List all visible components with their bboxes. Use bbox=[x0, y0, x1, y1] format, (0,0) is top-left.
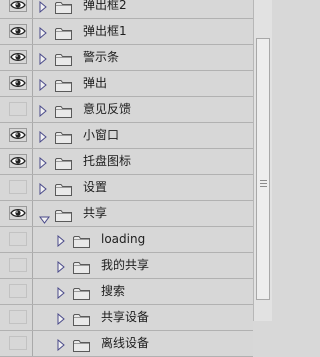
layer-name: 小窗口 bbox=[83, 128, 120, 142]
disclosure-triangle-open-icon[interactable] bbox=[39, 209, 50, 228]
layer-name: loading bbox=[101, 232, 146, 246]
disclosure-triangle-icon[interactable] bbox=[57, 336, 65, 355]
eye-icon[interactable] bbox=[9, 50, 27, 64]
folder-icon bbox=[55, 77, 72, 96]
layers-scrollbar[interactable] bbox=[253, 0, 272, 321]
disclosure-triangle-icon[interactable] bbox=[57, 284, 65, 303]
visibility-toggle[interactable] bbox=[0, 149, 33, 174]
disclosure-triangle-icon[interactable] bbox=[39, 128, 47, 147]
layer-row[interactable]: 设置 bbox=[0, 175, 253, 201]
eye-hidden-slot[interactable] bbox=[9, 258, 27, 272]
disclosure-triangle-icon[interactable] bbox=[57, 258, 65, 277]
folder-icon bbox=[55, 25, 72, 44]
visibility-toggle[interactable] bbox=[0, 71, 33, 96]
layer-row[interactable]: 弹出框1 bbox=[0, 19, 253, 45]
folder-icon bbox=[55, 51, 72, 70]
layer-name: 意见反馈 bbox=[83, 102, 132, 116]
disclosure-triangle-icon[interactable] bbox=[39, 102, 47, 121]
layer-row[interactable]: 弹出框2 bbox=[0, 0, 253, 19]
layer-name: 弹出 bbox=[83, 76, 108, 90]
layer-row[interactable]: 小窗口 bbox=[0, 123, 253, 149]
eye-icon[interactable] bbox=[9, 0, 27, 12]
eye-hidden-slot[interactable] bbox=[9, 336, 27, 350]
layer-name: 我的共享 bbox=[101, 258, 150, 272]
layer-name: 共享 bbox=[83, 206, 108, 220]
layer-name: 托盘图标 bbox=[83, 154, 132, 168]
layer-row[interactable]: 弹出 bbox=[0, 71, 253, 97]
layer-row[interactable]: 离线设备 bbox=[0, 331, 253, 357]
layer-row[interactable]: 共享 bbox=[0, 201, 253, 227]
layer-name: 警示条 bbox=[83, 50, 120, 64]
folder-icon bbox=[55, 181, 72, 200]
eye-icon[interactable] bbox=[9, 154, 27, 168]
folder-icon bbox=[73, 337, 90, 356]
layer-row[interactable]: 我的共享 bbox=[0, 253, 253, 279]
folder-icon bbox=[55, 129, 72, 148]
disclosure-triangle-icon[interactable] bbox=[39, 154, 47, 173]
visibility-toggle[interactable] bbox=[0, 253, 33, 278]
layer-row[interactable]: 警示条 bbox=[0, 45, 253, 71]
eye-hidden-slot[interactable] bbox=[9, 180, 27, 194]
layer-row[interactable]: 托盘图标 bbox=[0, 149, 253, 175]
layer-name: 搜索 bbox=[101, 284, 126, 298]
layer-name: 离线设备 bbox=[101, 336, 150, 350]
visibility-toggle[interactable] bbox=[0, 331, 33, 356]
visibility-toggle[interactable] bbox=[0, 175, 33, 200]
eye-icon[interactable] bbox=[9, 76, 27, 90]
visibility-toggle[interactable] bbox=[0, 0, 33, 18]
layer-name: 设置 bbox=[83, 180, 108, 194]
disclosure-triangle-icon[interactable] bbox=[39, 50, 47, 69]
disclosure-triangle-icon[interactable] bbox=[57, 232, 65, 251]
disclosure-triangle-icon[interactable] bbox=[39, 24, 47, 43]
eye-hidden-slot[interactable] bbox=[9, 102, 27, 116]
folder-icon bbox=[55, 207, 72, 226]
eye-icon[interactable] bbox=[9, 206, 27, 220]
folder-icon bbox=[73, 233, 90, 252]
layer-row[interactable]: 搜索 bbox=[0, 279, 253, 305]
disclosure-triangle-icon[interactable] bbox=[39, 76, 47, 95]
eye-icon[interactable] bbox=[9, 128, 27, 142]
visibility-toggle[interactable] bbox=[0, 19, 33, 44]
disclosure-triangle-icon[interactable] bbox=[39, 0, 47, 17]
layer-row[interactable]: loading bbox=[0, 227, 253, 253]
visibility-toggle[interactable] bbox=[0, 227, 33, 252]
disclosure-triangle-icon[interactable] bbox=[39, 180, 47, 199]
visibility-toggle[interactable] bbox=[0, 97, 33, 122]
scrollbar-grip-icon bbox=[260, 180, 267, 189]
layer-name: 弹出框1 bbox=[83, 24, 127, 38]
layers-panel: 弹出框2 弹出框1 警示条弹出意见反馈小窗口托盘图标设置共享 loading 我的共享搜… bbox=[0, 0, 253, 357]
folder-icon bbox=[73, 285, 90, 304]
visibility-toggle[interactable] bbox=[0, 123, 33, 148]
visibility-toggle[interactable] bbox=[0, 279, 33, 304]
eye-hidden-slot[interactable] bbox=[9, 284, 27, 298]
folder-icon bbox=[73, 259, 90, 278]
scrollbar-thumb[interactable] bbox=[256, 38, 270, 300]
layer-name: 共享设备 bbox=[101, 310, 150, 324]
visibility-toggle[interactable] bbox=[0, 201, 33, 226]
eye-icon[interactable] bbox=[9, 24, 27, 38]
layer-row[interactable]: 共享设备 bbox=[0, 305, 253, 331]
folder-icon bbox=[55, 155, 72, 174]
folder-icon bbox=[55, 0, 72, 18]
layer-row[interactable]: 意见反馈 bbox=[0, 97, 253, 123]
visibility-toggle[interactable] bbox=[0, 305, 33, 330]
layer-name: 弹出框2 bbox=[83, 0, 127, 12]
visibility-toggle[interactable] bbox=[0, 45, 33, 70]
eye-hidden-slot[interactable] bbox=[9, 232, 27, 246]
folder-icon bbox=[55, 103, 72, 122]
eye-hidden-slot[interactable] bbox=[9, 310, 27, 324]
disclosure-triangle-icon[interactable] bbox=[57, 310, 65, 329]
